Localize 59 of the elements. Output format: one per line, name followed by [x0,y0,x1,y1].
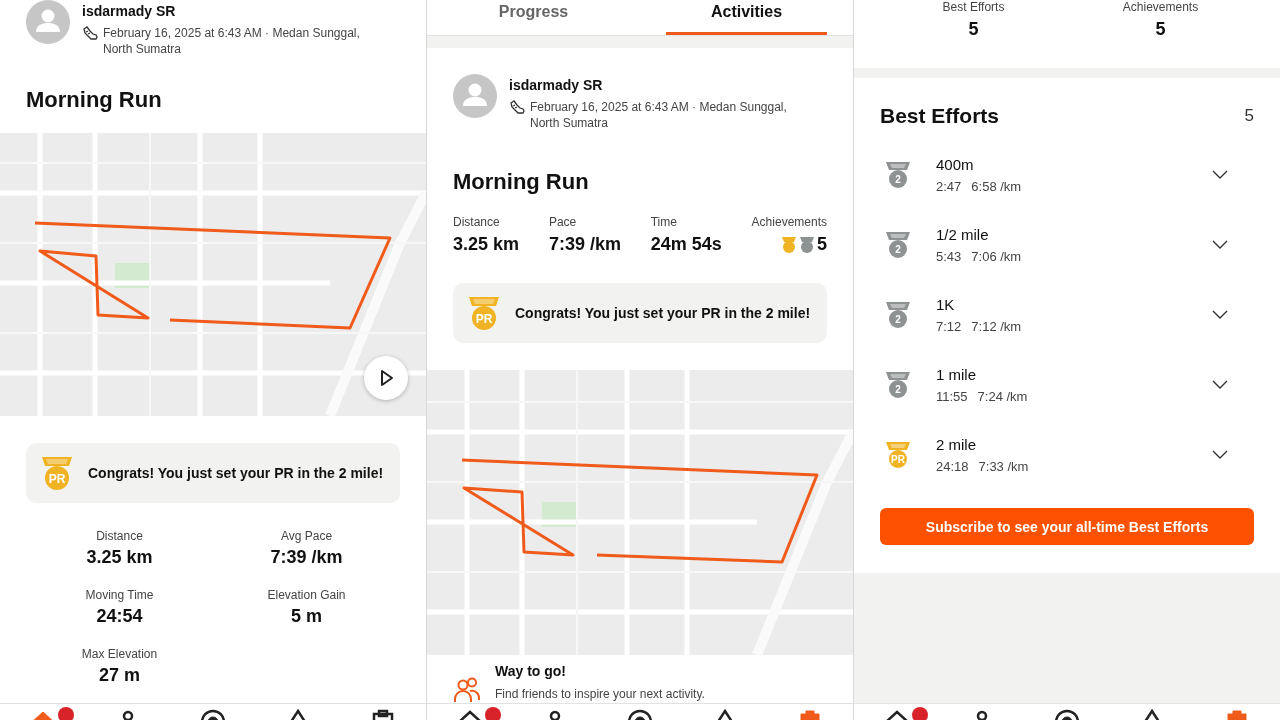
activity-title: Morning Run [25,87,163,113]
summary-value: 5 [968,19,979,40]
prompt-title: Way to go! [495,663,567,679]
chevron-icon[interactable] [1212,380,1228,390]
effort-name: 1K [936,296,955,313]
effort-time: 7:12 [936,319,962,334]
stat-label: Max Elevation [81,647,158,661]
stat-value: 24:54 [96,606,143,627]
effort-name: 1/2 mile [936,226,989,243]
effort-name: 2 mile [936,436,976,453]
chevron-icon[interactable] [1212,240,1228,250]
chevron-icon[interactable] [1212,310,1228,320]
stat-label: Distance [453,215,501,229]
congrats-message: Congrats! You just set your PR in the 2 mile! [515,305,811,321]
shoe-icon [82,25,98,41]
congrats-message: Congrats! You just set your PR in the 2 mile! [88,465,384,481]
stat-value: 24m 54s [650,234,722,255]
effort-name: 1 mile [936,366,976,383]
effort-time: 24:18 [936,459,969,474]
effort-pace: 7:06 /km [971,249,1022,264]
athlete-name[interactable]: isdarmady SR [509,77,603,93]
summary-label: Best Efforts [942,0,1005,14]
achievement-count: 5 [816,234,827,255]
stat-label: Achievements [751,215,827,229]
effort-time: 2:47 [936,179,962,194]
section-title: Best Efforts [880,104,1000,128]
stat-label: Avg Pace [280,529,333,543]
stat-value: 7:39 /km [548,234,621,255]
avatar-icon [453,74,497,118]
summary-value: 5 [1155,19,1166,40]
activity-meta: February 16, 2025 at 6:43 AM · Medan Sunggal, North Sumatra [103,25,361,57]
shoe-icon [509,99,525,115]
activity-title: Morning Run [452,169,590,195]
stat-value: 7:39 /km [270,547,343,568]
stat-label: Distance [96,529,143,543]
chevron-icon[interactable] [1212,170,1228,180]
stat-value: 3.25 km [453,234,520,255]
stat-value: 5 m [291,606,322,627]
effort-pace: 7:12 /km [971,319,1022,334]
effort-pace: 7:24 /km [977,389,1028,404]
effort-pace: 6:58 /km [971,179,1022,194]
stat-label: Moving Time [85,588,154,602]
effort-pace: 7:33 /km [978,459,1029,474]
effort-time: 11:55 [936,389,968,404]
section-count: 5 [1244,106,1254,126]
people-icon [453,677,481,703]
stat-label: Elevation Gain [267,588,346,602]
effort-time: 5:43 [936,249,962,264]
stat-label: Time [650,215,678,229]
athlete-name[interactable]: isdarmady SR [82,3,176,19]
stat-label: Pace [548,215,578,229]
prompt-text: Find friends to inspire your next activity. [495,687,705,701]
summary-label: Achievements [1122,0,1199,14]
stat-value: 27 m [99,665,140,686]
stat-value: 3.25 km [86,547,153,568]
chevron-icon[interactable] [1212,450,1228,460]
tab[interactable]: Progress [453,0,614,35]
effort-name: 400m [936,156,974,173]
activity-meta: February 16, 2025 at 6:43 AM · Medan Sunggal, North Sumatra [530,99,788,131]
